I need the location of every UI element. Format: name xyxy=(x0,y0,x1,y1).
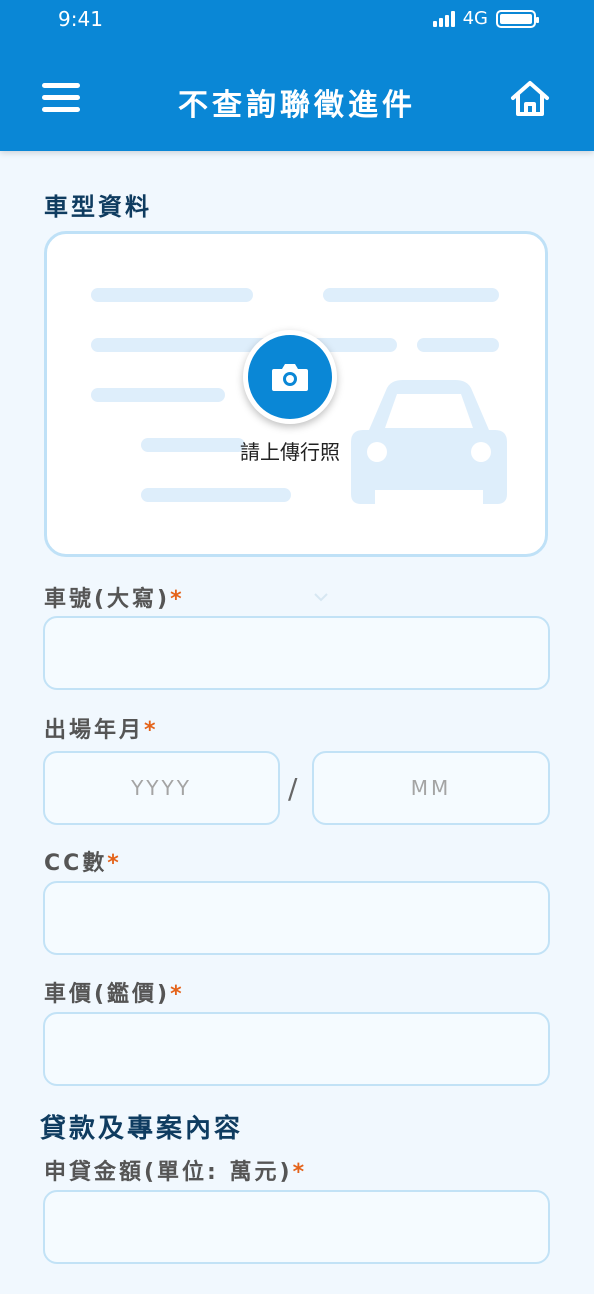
plate-input[interactable] xyxy=(43,616,550,690)
chevron-down-icon xyxy=(314,593,328,602)
section-title-vehicle: 車型資料 xyxy=(44,193,152,221)
home-icon xyxy=(511,81,549,116)
camera-icon xyxy=(272,364,308,391)
manufacture-date-label: 出場年月* xyxy=(44,718,159,743)
home-button[interactable] xyxy=(508,78,552,120)
year-input[interactable] xyxy=(43,751,280,825)
month-input[interactable] xyxy=(312,751,550,825)
plate-label: 車號(大寫)* xyxy=(44,587,185,612)
battery-icon xyxy=(496,9,539,28)
upload-label: 請上傳行照 xyxy=(240,440,340,464)
signal-icon xyxy=(432,10,455,27)
required-mark: * xyxy=(107,851,122,876)
required-mark: * xyxy=(292,1160,308,1185)
page-title: 不查詢聯徵進件 xyxy=(178,88,416,123)
date-separator: / xyxy=(288,772,298,805)
loan-amount-label: 申貸金額(單位: 萬元)* xyxy=(44,1160,308,1185)
app-header: 9:41 4G 不查詢聯徵進件 xyxy=(0,0,594,151)
camera-upload-button[interactable] xyxy=(243,330,337,424)
placeholder-line xyxy=(91,338,397,352)
cc-input[interactable] xyxy=(43,881,550,955)
loan-amount-input[interactable] xyxy=(43,1190,550,1264)
required-mark: * xyxy=(170,982,185,1007)
price-label: 車價(鑑價)* xyxy=(44,982,185,1007)
required-mark: * xyxy=(170,587,185,612)
placeholder-line xyxy=(141,488,291,502)
placeholder-line xyxy=(417,338,499,352)
price-input[interactable] xyxy=(43,1012,550,1086)
network-type: 4G xyxy=(462,8,488,29)
placeholder-line xyxy=(91,388,225,402)
status-bar-right: 4G xyxy=(432,8,539,29)
placeholder-line xyxy=(91,288,253,302)
required-mark: * xyxy=(144,718,159,743)
status-time: 9:41 xyxy=(58,7,103,31)
placeholder-line xyxy=(323,288,499,302)
section-title-loan: 貸款及專案內容 xyxy=(40,1114,244,1144)
cc-label: CC數* xyxy=(44,851,122,876)
